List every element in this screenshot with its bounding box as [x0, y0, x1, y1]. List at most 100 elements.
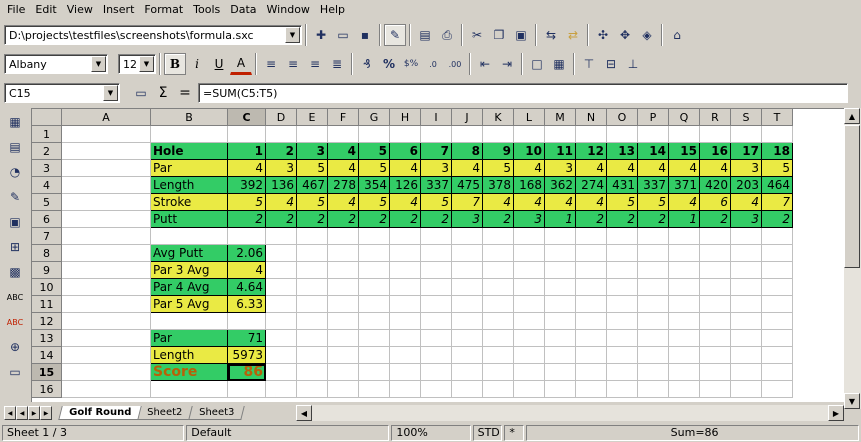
grid-cell[interactable] — [62, 279, 151, 296]
grid-cell[interactable]: 4 — [328, 143, 359, 160]
font-size-field[interactable]: 12 ▼ — [118, 54, 156, 74]
grid-cell[interactable]: Par 5 Avg — [151, 296, 228, 313]
grid-cell[interactable]: 5 — [297, 160, 328, 177]
grid-cell[interactable]: 371 — [669, 177, 700, 194]
grid-cell[interactable]: 278 — [328, 177, 359, 194]
scroll-down-icon[interactable]: ▼ — [844, 393, 860, 409]
grid-cell[interactable] — [762, 126, 793, 143]
grid-cell[interactable] — [62, 177, 151, 194]
background-color-icon[interactable]: ▦ — [548, 53, 570, 75]
grid-cell[interactable]: 5 — [421, 194, 452, 211]
chevron-down-icon[interactable]: ▼ — [91, 56, 106, 72]
grid-cell[interactable]: 4 — [483, 194, 514, 211]
grid-cell[interactable]: 14 — [638, 143, 669, 160]
grid-cell[interactable] — [151, 228, 228, 245]
row-header[interactable]: 12 — [32, 313, 62, 330]
grid-cell[interactable] — [638, 245, 669, 262]
borders-icon[interactable]: □ — [526, 53, 548, 75]
grid-cell[interactable]: 4 — [514, 194, 545, 211]
grid-cell[interactable]: 4 — [390, 194, 421, 211]
grid-cell[interactable] — [607, 347, 638, 364]
grid-cell[interactable] — [762, 347, 793, 364]
grid-cell[interactable] — [576, 347, 607, 364]
grid-cell[interactable] — [421, 364, 452, 381]
grid-cell[interactable] — [700, 364, 731, 381]
grid-cell[interactable] — [669, 347, 700, 364]
grid-cell[interactable] — [669, 296, 700, 313]
grid-cell[interactable]: 1 — [669, 211, 700, 228]
grid-cell[interactable] — [297, 330, 328, 347]
prev-sheet-icon[interactable]: ◀ — [16, 406, 28, 420]
percent-icon[interactable]: % — [378, 53, 400, 75]
grid-cell[interactable] — [421, 313, 452, 330]
grid-cell[interactable] — [151, 381, 228, 398]
grid-cell[interactable]: Avg Putt — [151, 245, 228, 262]
grid-cell[interactable]: 378 — [483, 177, 514, 194]
grid-cell[interactable]: 8 — [452, 143, 483, 160]
undo-icon[interactable]: ⇆ — [540, 24, 562, 46]
grid-cell[interactable] — [452, 347, 483, 364]
tab-sheet2[interactable]: Sheet2 — [136, 406, 194, 420]
grid-cell[interactable]: Par 3 Avg — [151, 262, 228, 279]
grid-cell[interactable] — [62, 143, 151, 160]
menu-edit[interactable]: Edit — [30, 0, 61, 20]
grid-cell[interactable] — [607, 364, 638, 381]
standard-format-icon[interactable]: $% — [400, 53, 422, 75]
grid-cell[interactable]: 6 — [700, 194, 731, 211]
grid-cell[interactable] — [545, 313, 576, 330]
grid-cell[interactable] — [483, 381, 514, 398]
grid-cell[interactable] — [669, 262, 700, 279]
grid-cell[interactable]: 5 — [359, 143, 390, 160]
grid-cell[interactable]: 7 — [452, 194, 483, 211]
menu-view[interactable]: View — [62, 0, 98, 20]
grid-cell[interactable] — [576, 126, 607, 143]
align-center-icon[interactable]: ≡ — [282, 53, 304, 75]
grid-cell[interactable]: 10 — [514, 143, 545, 160]
grid-cell[interactable] — [62, 313, 151, 330]
grid-cell[interactable]: 2 — [762, 211, 793, 228]
grid-cell[interactable] — [390, 228, 421, 245]
grid-cell[interactable]: 4 — [638, 160, 669, 177]
grid-cell[interactable] — [638, 381, 669, 398]
grid-cell[interactable] — [700, 313, 731, 330]
autoformat-icon[interactable]: ▩ — [4, 261, 26, 283]
column-header[interactable]: C — [228, 109, 266, 126]
edit-file-icon[interactable]: ✎ — [384, 24, 406, 46]
grid-cell[interactable] — [576, 313, 607, 330]
grid-cell[interactable] — [607, 126, 638, 143]
grid-cell[interactable]: 3 — [514, 211, 545, 228]
grid-cell[interactable] — [762, 330, 793, 347]
grid-cell[interactable]: 4 — [731, 194, 762, 211]
grid-cell[interactable]: 2 — [228, 211, 266, 228]
grid-cell[interactable]: 3 — [452, 211, 483, 228]
row-header[interactable]: 7 — [32, 228, 62, 245]
grid-cell[interactable] — [607, 262, 638, 279]
grid-cell[interactable] — [266, 245, 297, 262]
grid-cell[interactable] — [700, 126, 731, 143]
grid-cell[interactable] — [576, 279, 607, 296]
grid-cell[interactable] — [421, 279, 452, 296]
grid-cell[interactable] — [421, 126, 452, 143]
open-icon[interactable]: ▭ — [332, 24, 354, 46]
grid-cell[interactable]: 2 — [266, 211, 297, 228]
grid-cell[interactable]: 2 — [700, 211, 731, 228]
bold-button[interactable]: B — [164, 53, 186, 75]
grid-cell[interactable] — [669, 330, 700, 347]
column-header[interactable]: F — [328, 109, 359, 126]
status-mode[interactable]: STD — [472, 425, 503, 441]
grid-cell[interactable]: 2 — [359, 211, 390, 228]
tab-golf-round[interactable]: Golf Round — [58, 406, 143, 420]
column-header[interactable]: B — [151, 109, 228, 126]
grid-cell[interactable] — [359, 364, 390, 381]
grid-cell[interactable] — [421, 296, 452, 313]
grid-cell[interactable] — [514, 330, 545, 347]
menu-tools[interactable]: Tools — [188, 0, 225, 20]
chevron-down-icon[interactable]: ▼ — [139, 56, 154, 72]
grid-cell[interactable] — [669, 228, 700, 245]
grid-cell[interactable] — [545, 245, 576, 262]
grid-cell[interactable] — [328, 381, 359, 398]
grid-cell[interactable]: Length — [151, 347, 228, 364]
column-header[interactable]: D — [266, 109, 297, 126]
underline-button[interactable]: U — [208, 53, 230, 75]
grid-cell[interactable] — [62, 330, 151, 347]
